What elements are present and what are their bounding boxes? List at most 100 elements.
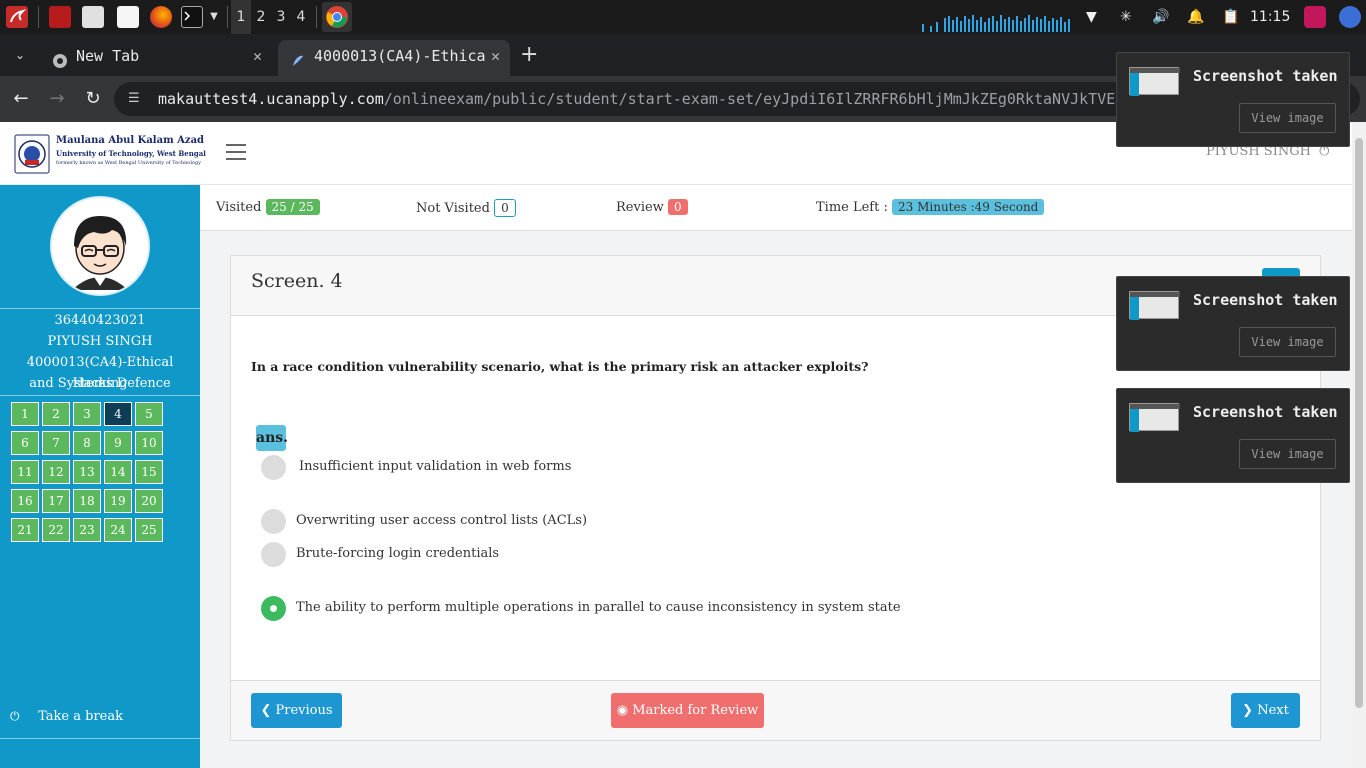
back-arrow-icon[interactable]: ← <box>8 86 34 112</box>
bluetooth-icon[interactable]: ✳ <box>1120 0 1132 34</box>
question-button-5[interactable]: 5 <box>135 402 163 426</box>
tab-search-chevron-icon[interactable]: ⌄ <box>8 44 32 66</box>
os-taskbar: ▼ 1 2 3 4 ▼ ✳ 🔊 🔔 📋 11:15 <box>0 0 1366 34</box>
question-button-18[interactable]: 18 <box>73 489 101 513</box>
clock[interactable]: 11:15 <box>1250 0 1290 34</box>
view-image-button[interactable]: View image <box>1239 103 1336 133</box>
folder-icon[interactable] <box>82 6 104 28</box>
question-button-20[interactable]: 20 <box>135 489 163 513</box>
question-button-1[interactable]: 1 <box>11 402 39 426</box>
option-2-label[interactable]: Overwriting user access control lists (A… <box>296 513 587 528</box>
terminal-icon[interactable] <box>181 6 203 28</box>
visited-badge: 25 / 25 <box>265 199 320 215</box>
option-1-radio[interactable] <box>261 455 286 480</box>
question-text: In a race condition vulnerability scenar… <box>251 359 869 374</box>
option-4-radio[interactable] <box>261 596 286 621</box>
question-button-16[interactable]: 16 <box>11 489 39 513</box>
tab-new-tab[interactable]: New Tab ✕ <box>40 40 272 76</box>
page-scrollbar[interactable] <box>1352 122 1366 768</box>
notification-bell-icon[interactable]: 🔔 <box>1187 0 1204 34</box>
question-button-8[interactable]: 8 <box>73 431 101 455</box>
question-button-21[interactable]: 21 <box>11 518 39 542</box>
mark-for-review-button[interactable]: ◉ Marked for Review <box>611 693 764 728</box>
question-button-23[interactable]: 23 <box>73 518 101 542</box>
reload-icon[interactable]: ↻ <box>80 86 106 112</box>
network-activity-graph <box>920 12 1075 32</box>
notification-title: Screenshot taken <box>1193 403 1338 421</box>
not-visited-stat: Not Visited 0 <box>416 199 516 217</box>
notification-title: Screenshot taken <box>1193 67 1338 85</box>
screenshot-notification[interactable]: Screenshot taken View image <box>1116 52 1350 147</box>
ucanapply-favicon-icon <box>290 48 306 66</box>
avatar <box>50 196 150 296</box>
logo-text-line3: formerly known as West Bengal University… <box>56 160 201 166</box>
screenshot-notification[interactable]: Screenshot taken View image <box>1116 276 1350 371</box>
option-4-label[interactable]: The ability to perform multiple operatio… <box>296 600 901 615</box>
question-button-7[interactable]: 7 <box>42 431 70 455</box>
question-button-6[interactable]: 6 <box>11 431 39 455</box>
exam-status-bar: Visited 25 / 25 Not Visited 0 Review 0 T… <box>200 185 1352 231</box>
question-button-10[interactable]: 10 <box>135 431 163 455</box>
tab-exam[interactable]: 4000013(CA4)-Ethica ✕ <box>278 40 510 76</box>
option-1-label[interactable]: Insufficient input validation in web for… <box>299 459 571 474</box>
question-button-12[interactable]: 12 <box>42 460 70 484</box>
eye-icon: ◉ <box>616 703 629 718</box>
question-button-17[interactable]: 17 <box>42 489 70 513</box>
question-button-22[interactable]: 22 <box>42 518 70 542</box>
text-editor-icon[interactable] <box>117 6 139 28</box>
new-tab-button[interactable]: + <box>520 40 538 70</box>
question-button-19[interactable]: 19 <box>104 489 132 513</box>
question-button-11[interactable]: 11 <box>11 460 39 484</box>
scrollbar-thumb[interactable] <box>1355 138 1363 708</box>
question-button-15[interactable]: 15 <box>135 460 163 484</box>
power-menu-icon[interactable] <box>1339 6 1361 28</box>
question-button-4[interactable]: 4 <box>104 402 132 426</box>
chevron-right-circle-icon: ❯ <box>1242 703 1254 718</box>
student-name: PIYUSH SINGH <box>47 334 153 349</box>
option-2-radio[interactable] <box>261 509 286 534</box>
wifi-icon[interactable]: ▼ <box>1086 0 1097 34</box>
hamburger-menu-icon[interactable] <box>226 144 246 160</box>
workspace-3[interactable]: 3 <box>271 0 291 34</box>
logo-text-line2: University of Technology, West Bengal <box>56 149 206 158</box>
question-button-24[interactable]: 24 <box>104 518 132 542</box>
forward-arrow-icon[interactable]: → <box>44 86 70 112</box>
workspace-4[interactable]: 4 <box>291 0 311 34</box>
option-3-label[interactable]: Brute-forcing login credentials <box>296 546 499 561</box>
take-a-break-link[interactable]: ⏻ Take a break <box>10 709 123 724</box>
power-icon: ⏻ <box>10 709 20 723</box>
chevron-down-icon[interactable]: ▼ <box>207 6 221 28</box>
chrome-favicon-icon <box>52 48 68 68</box>
chrome-icon[interactable] <box>322 2 352 32</box>
visited-stat: Visited 25 / 25 <box>216 199 320 215</box>
terminal-red-icon[interactable] <box>49 6 71 28</box>
question-button-2[interactable]: 2 <box>42 402 70 426</box>
sidebar: 36440423021 PIYUSH SINGH 4000013(CA4)-Et… <box>0 185 200 768</box>
screenshot-notification[interactable]: Screenshot taken View image <box>1116 388 1350 483</box>
close-tab-icon[interactable]: ✕ <box>253 40 262 72</box>
view-image-button[interactable]: View image <box>1239 439 1336 469</box>
question-button-13[interactable]: 13 <box>73 460 101 484</box>
volume-icon[interactable]: 🔊 <box>1152 0 1169 34</box>
site-info-icon[interactable]: ☰ <box>128 91 144 107</box>
next-button[interactable]: ❯ Next <box>1231 693 1300 728</box>
option-3-radio[interactable] <box>261 542 286 567</box>
lock-icon[interactable] <box>1304 6 1326 28</box>
university-logo: Maulana Abul Kalam Azad University of Te… <box>12 132 206 176</box>
kali-dragon-icon[interactable] <box>6 6 28 28</box>
not-visited-badge: 0 <box>494 199 516 217</box>
question-button-9[interactable]: 9 <box>104 431 132 455</box>
close-tab-icon[interactable]: ✕ <box>491 40 500 72</box>
firefox-icon[interactable] <box>150 6 172 28</box>
question-button-3[interactable]: 3 <box>73 402 101 426</box>
url-text[interactable]: makauttest4.ucanapply.com/onlineexam/pub… <box>158 82 1258 116</box>
question-button-14[interactable]: 14 <box>104 460 132 484</box>
workspace-1[interactable]: 1 <box>231 0 251 34</box>
question-button-25[interactable]: 25 <box>135 518 163 542</box>
workspace-2[interactable]: 2 <box>251 0 271 34</box>
screenshot-thumbnail <box>1129 291 1180 320</box>
view-image-button[interactable]: View image <box>1239 327 1336 357</box>
previous-button[interactable]: ❮ Previous <box>251 693 342 728</box>
review-stat: Review 0 <box>616 199 688 215</box>
clipboard-icon[interactable]: 📋 <box>1222 0 1239 34</box>
